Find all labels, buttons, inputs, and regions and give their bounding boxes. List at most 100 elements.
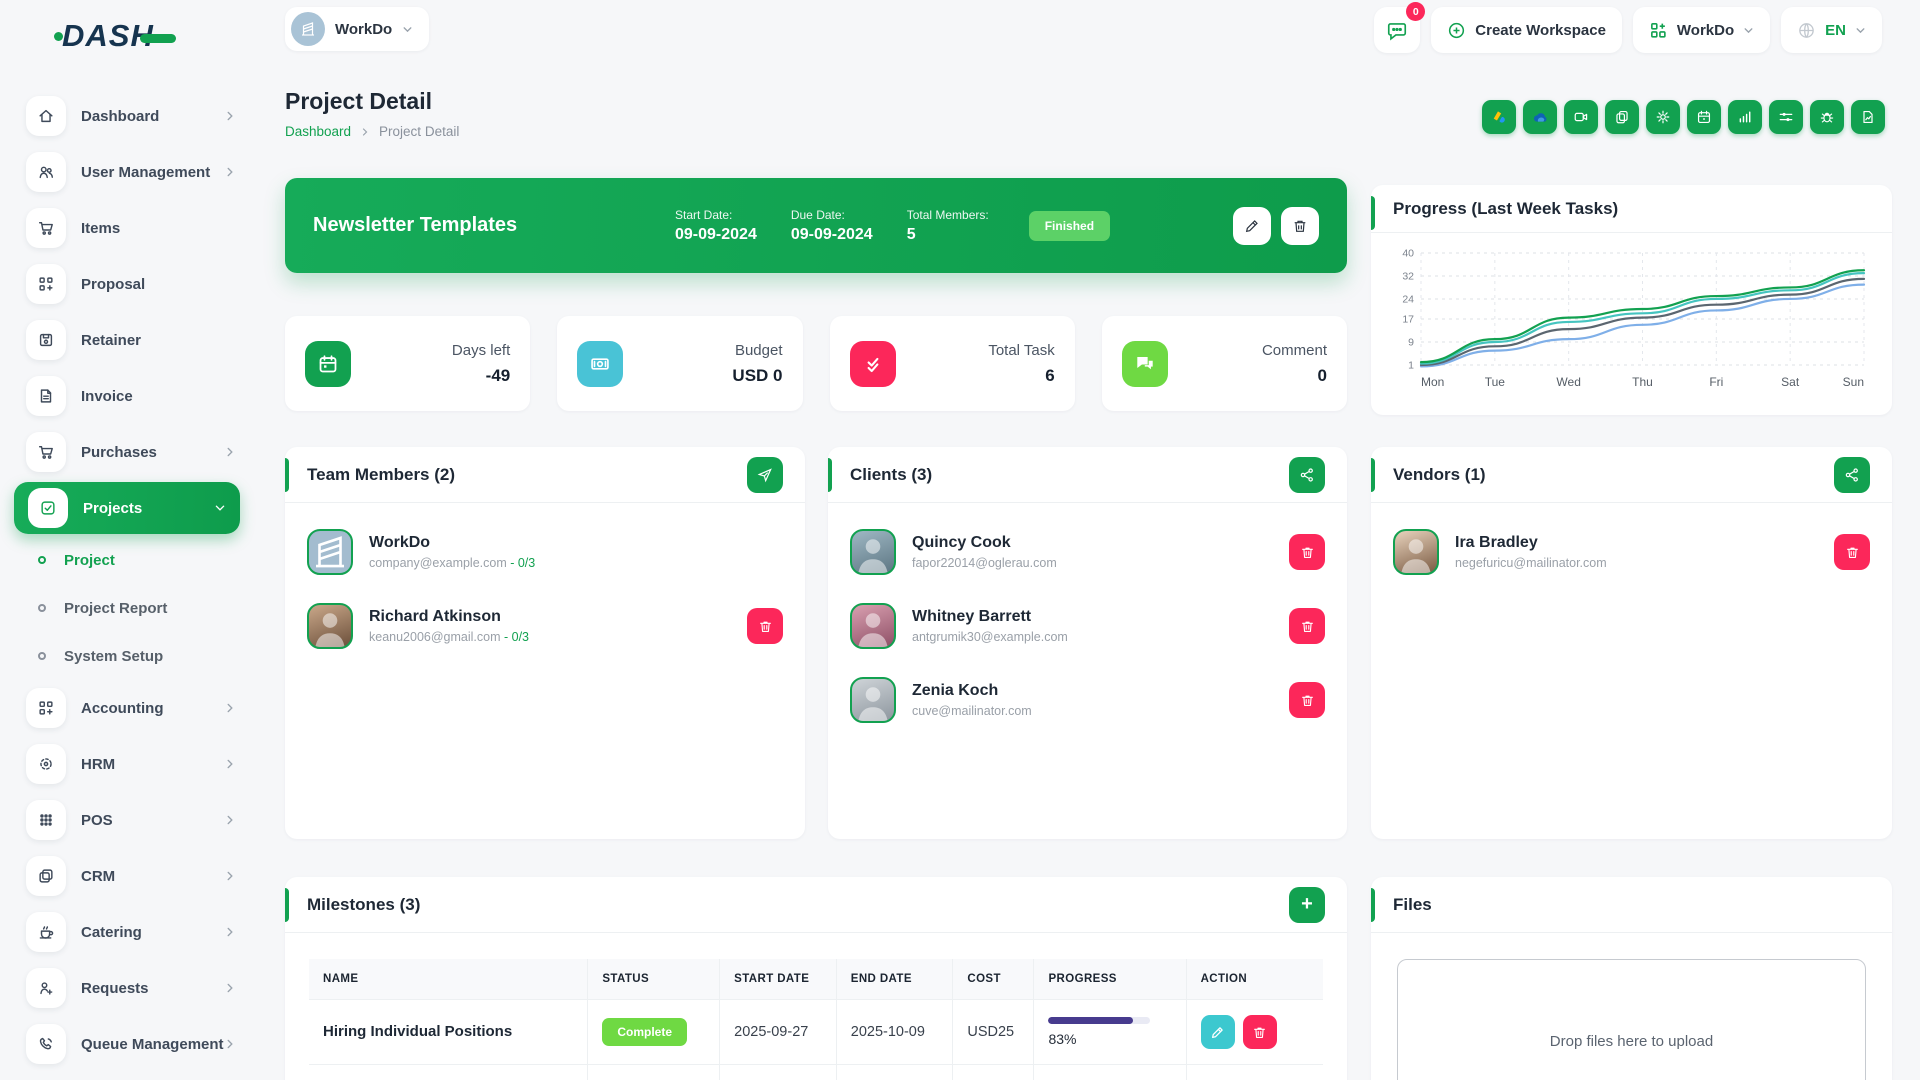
users-icon — [26, 152, 66, 192]
sidebar-item-label: POS — [81, 812, 224, 829]
sidebar-item-accounting[interactable]: Accounting — [0, 680, 254, 736]
plus-circle-icon — [1447, 21, 1466, 40]
sidebar-subitem-project[interactable]: Project — [0, 536, 254, 584]
sidebar-item-catering[interactable]: Catering — [0, 904, 254, 960]
sidebar-item-user-management[interactable]: User Management — [0, 144, 254, 200]
workspace-menu-button[interactable]: WorkDo — [1633, 7, 1770, 53]
chevron-right-icon — [224, 110, 236, 122]
edit-milestone-button[interactable] — [1201, 1015, 1235, 1049]
list-item-zenia-koch: Zenia Kochcuve@mailinator.com — [828, 663, 1347, 737]
start-date: 2025-09-27 — [734, 1024, 808, 1040]
sidebar-item-pos[interactable]: POS — [0, 792, 254, 848]
sidebar-item-proposal[interactable]: Proposal — [0, 256, 254, 312]
file-dropzone[interactable]: Drop files here to upload — [1397, 959, 1866, 1080]
chevron-right-icon — [224, 702, 236, 714]
breadcrumb-dashboard-link[interactable]: Dashboard — [285, 124, 351, 139]
sidebar-subitem-project-report[interactable]: Project Report — [0, 584, 254, 632]
sidebar-item-label: Requests — [81, 980, 224, 997]
avatar — [850, 529, 896, 575]
dropzone-text: Drop files here to upload — [1550, 1033, 1713, 1050]
delete-member-button[interactable] — [747, 608, 783, 644]
avatar — [850, 603, 896, 649]
quicklink-video-call-button[interactable] — [1564, 100, 1598, 134]
quicklink-bar-chart-button[interactable] — [1728, 100, 1762, 134]
quicklink-onedrive-button[interactable] — [1523, 100, 1557, 134]
svg-text:1: 1 — [1408, 360, 1414, 372]
sidebar-item-projects[interactable]: Projects — [14, 482, 240, 534]
workspace-chip[interactable]: WorkDo — [285, 7, 429, 51]
chevron-right-icon — [224, 758, 236, 770]
breadcrumb: Dashboard Project Detail — [285, 124, 459, 139]
quicklink-gear-button[interactable] — [1646, 100, 1680, 134]
invite-member-button[interactable] — [747, 457, 783, 493]
sidebar-item-label: Proposal — [81, 276, 236, 293]
sidebar-item-purchases[interactable]: Purchases — [0, 424, 254, 480]
svg-text:Sun: Sun — [1843, 375, 1864, 389]
sidebar: Dashboard User Management Items Proposal Ret… — [0, 58, 254, 1072]
clients-card-header: Clients (3) — [828, 447, 1347, 503]
delete-member-button[interactable] — [1289, 608, 1325, 644]
delete-milestone-button[interactable] — [1243, 1015, 1277, 1049]
workspace-avatar — [291, 12, 325, 46]
milestones-card-header: Milestones (3) + — [285, 877, 1347, 933]
sidebar-subitem-system-setup[interactable]: System Setup — [0, 632, 254, 680]
share-clients-button[interactable] — [1289, 457, 1325, 493]
delete-member-button[interactable] — [1289, 534, 1325, 570]
sidebar-item-retainer[interactable]: Retainer — [0, 312, 254, 368]
sidebar-item-dashboard[interactable]: Dashboard — [0, 88, 254, 144]
sidebar-item-queue-management[interactable]: Queue Management — [0, 1016, 254, 1072]
sidebar-item-requests[interactable]: Requests — [0, 960, 254, 1016]
quicklink-report-button[interactable] — [1851, 100, 1885, 134]
onedrive-icon — [1531, 108, 1550, 127]
quicklink-bug-button[interactable] — [1810, 100, 1844, 134]
column-header-cost: COST — [953, 959, 1034, 1000]
chevron-down-icon — [214, 502, 226, 514]
column-header-progress: PROGRESS — [1034, 959, 1186, 1000]
sidebar-item-label: Retainer — [81, 332, 236, 349]
breadcrumb-current: Project Detail — [379, 124, 459, 139]
start-date-field: Start Date: 09-09-2024 — [675, 208, 757, 244]
sidebar-item-invoice[interactable]: Invoice — [0, 368, 254, 424]
quicklink-adsense-button[interactable] — [1482, 100, 1516, 134]
delete-member-button[interactable] — [1834, 534, 1870, 570]
edit-project-button[interactable] — [1233, 207, 1271, 245]
sidebar-item-label: Projects — [83, 500, 214, 517]
clients-card: Clients (3) Quincy Cookfapor22014@oglera… — [828, 447, 1347, 839]
proposal-icon — [26, 264, 66, 304]
quicklink-copy-button[interactable] — [1605, 100, 1639, 134]
create-workspace-button[interactable]: Create Workspace — [1431, 7, 1622, 53]
quicklink-sliders-button[interactable] — [1769, 100, 1803, 134]
accent-bar — [285, 458, 289, 492]
member-email: negefuricu@mailinator.com — [1455, 556, 1607, 570]
projects-icon — [28, 488, 68, 528]
messages-button[interactable]: 0 — [1374, 7, 1420, 53]
language-selector[interactable]: EN — [1781, 7, 1882, 53]
stat-value: 6 — [988, 366, 1054, 386]
add-milestone-button[interactable]: + — [1289, 887, 1325, 923]
list-item-ira-bradley: Ira Bradleynegefuricu@mailinator.com — [1371, 515, 1892, 589]
sidebar-item-label: Items — [81, 220, 236, 237]
page-title: Project Detail — [285, 88, 459, 115]
milestones-table-wrap: NAMESTATUSSTART DATEEND DATECOSTPROGRESS… — [285, 933, 1347, 1080]
avatar — [307, 603, 353, 649]
stat-label: Comment — [1262, 342, 1327, 359]
stat-card-total-task: Total Task6 — [830, 316, 1075, 411]
sidebar-item-label: Accounting — [81, 700, 224, 717]
due-date-field: Due Date: 09-09-2024 — [791, 208, 873, 244]
quick-links-toolbar — [1482, 100, 1885, 134]
sidebar-item-hrm[interactable]: HRM — [0, 736, 254, 792]
sidebar-item-crm[interactable]: CRM — [0, 848, 254, 904]
accent-bar — [1371, 196, 1375, 230]
sidebar-item-items[interactable]: Items — [0, 200, 254, 256]
quicklink-calendar-button[interactable] — [1687, 100, 1721, 134]
stat-value: 0 — [1262, 366, 1327, 386]
accent-bar — [828, 458, 832, 492]
sidebar-item-label: User Management — [81, 164, 224, 181]
banner-actions — [1233, 207, 1319, 245]
delete-member-button[interactable] — [1289, 682, 1325, 718]
delete-project-button[interactable] — [1281, 207, 1319, 245]
share-vendors-button[interactable] — [1834, 457, 1870, 493]
chevron-right-icon — [360, 127, 370, 137]
table-header-row: NAMESTATUSSTART DATEEND DATECOSTPROGRESS… — [309, 959, 1323, 1000]
accounting-icon — [26, 688, 66, 728]
